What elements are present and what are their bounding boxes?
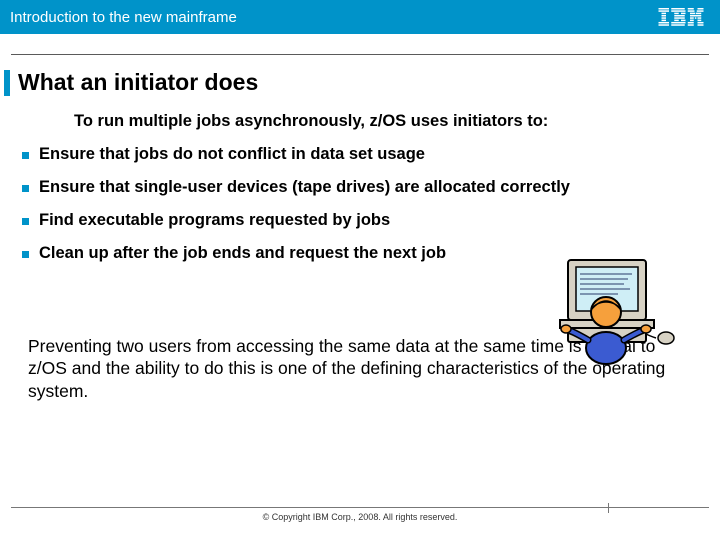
footer: © Copyright IBM Corp., 2008. All rights … (0, 507, 720, 522)
slide-title: What an initiator does (18, 69, 258, 96)
horizontal-divider (11, 54, 709, 55)
bullet-text: Clean up after the job ends and request … (39, 244, 446, 263)
title-accent-bar (4, 70, 10, 96)
header-title: Introduction to the new mainframe (10, 9, 237, 26)
bullet-text: Ensure that single-user devices (tape dr… (39, 178, 570, 197)
bullet-item: Find executable programs requested by jo… (22, 211, 698, 230)
bullet-dot-icon (22, 218, 29, 225)
bullet-list: Ensure that jobs do not conflict in data… (0, 145, 720, 263)
title-row: What an initiator does (0, 69, 720, 96)
footer-divider (11, 507, 709, 508)
ibm-logo (658, 8, 704, 26)
header-bar: Introduction to the new mainframe (0, 0, 720, 34)
bullet-text: Find executable programs requested by jo… (39, 211, 390, 230)
bullet-item: Ensure that jobs do not conflict in data… (22, 145, 698, 164)
bullet-item: Ensure that single-user devices (tape dr… (22, 178, 698, 197)
slide-subtitle: To run multiple jobs asynchronously, z/O… (74, 112, 720, 131)
bullet-dot-icon (22, 251, 29, 258)
copyright-text: © Copyright IBM Corp., 2008. All rights … (263, 512, 458, 522)
bullet-dot-icon (22, 152, 29, 159)
bullet-text: Ensure that jobs do not conflict in data… (39, 145, 425, 164)
bullet-dot-icon (22, 185, 29, 192)
person-at-computer-icon (538, 252, 678, 372)
